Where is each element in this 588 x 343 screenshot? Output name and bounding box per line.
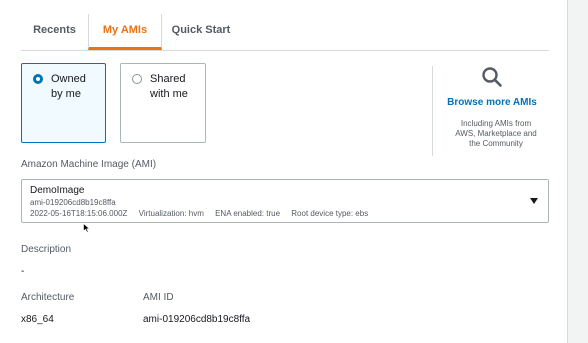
- shared-label-line2: with me: [150, 88, 188, 100]
- browse-more-description: Including AMIs from AWS, Marketplace and…: [441, 119, 551, 149]
- ami-name: DemoImage: [30, 185, 85, 196]
- ami-id-value: ami-019206cd8b19c8ffa: [143, 314, 251, 325]
- ami-id-label: AMI ID: [143, 292, 174, 303]
- ami-tabs: Recents My AMIs Quick Start: [21, 14, 549, 51]
- ami-virtualization: Virtualization: hvm: [138, 209, 204, 218]
- browse-sub-line3: the Community: [469, 139, 523, 148]
- owned-radio[interactable]: [33, 74, 43, 84]
- tab-my-amis[interactable]: My AMIs: [88, 14, 162, 50]
- shared-label: Shared with me: [150, 72, 205, 102]
- ami-ena: ENA enabled: true: [215, 209, 281, 218]
- ami-meta: 2022-05-16T18:15:06.000Z Virtualization:…: [30, 209, 377, 218]
- description-value: -: [21, 266, 25, 277]
- browse-sub-line1: Including AMIs from: [460, 119, 532, 128]
- owned-by-me-option[interactable]: Owned by me: [21, 63, 106, 143]
- owned-label: Owned by me: [51, 72, 106, 102]
- architecture-value: x86_64: [21, 314, 54, 325]
- owned-label-line1: Owned: [51, 73, 86, 85]
- ami-label: Amazon Machine Image (AMI): [21, 159, 157, 170]
- ami-root-device: Root device type: ebs: [291, 209, 369, 218]
- ami-selector-panel: Recents My AMIs Quick Start Owned by me …: [0, 0, 588, 343]
- mouse-cursor-icon: [83, 223, 91, 233]
- description-label: Description: [21, 244, 72, 255]
- architecture-label: Architecture: [21, 292, 75, 303]
- search-icon[interactable]: [481, 66, 503, 88]
- browse-more-amis-link[interactable]: Browse more AMIs: [433, 97, 551, 108]
- shared-label-line1: Shared: [150, 73, 186, 85]
- browse-sub-line2: AWS, Marketplace and: [455, 129, 537, 138]
- scroll-gutter: [567, 0, 588, 343]
- ami-id: ami-019206cd8b19c8ffa: [30, 198, 116, 207]
- owned-label-line2: by me: [51, 88, 81, 100]
- ami-created: 2022-05-16T18:15:06.000Z: [30, 209, 128, 218]
- tab-quick-start[interactable]: Quick Start: [161, 14, 241, 48]
- caret-down-icon[interactable]: [530, 198, 538, 204]
- browse-more-amis: Browse more AMIs Including AMIs from AWS…: [432, 66, 551, 156]
- tab-recents[interactable]: Recents: [21, 14, 88, 48]
- shared-with-me-option[interactable]: Shared with me: [120, 63, 206, 143]
- shared-radio[interactable]: [132, 74, 142, 84]
- ami-select[interactable]: DemoImage ami-019206cd8b19c8ffa 2022-05-…: [21, 179, 549, 223]
